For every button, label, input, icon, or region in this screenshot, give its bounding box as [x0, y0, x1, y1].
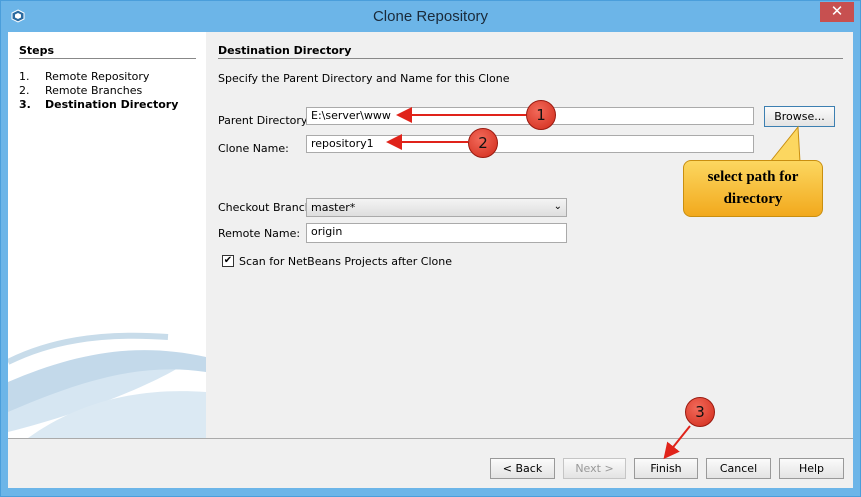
- step-marker-3: 3: [685, 397, 715, 427]
- callout-line-1: select path for: [707, 169, 799, 185]
- step-marker-1: 1: [526, 100, 556, 130]
- step-marker-2: 2: [468, 128, 498, 158]
- callout-pointer: [768, 125, 801, 163]
- annotation-arrows: [386, 107, 801, 460]
- callout-line-2: directory: [723, 191, 783, 207]
- annotation-callout: select path for directory: [683, 160, 823, 217]
- arrow-3: [663, 425, 691, 460]
